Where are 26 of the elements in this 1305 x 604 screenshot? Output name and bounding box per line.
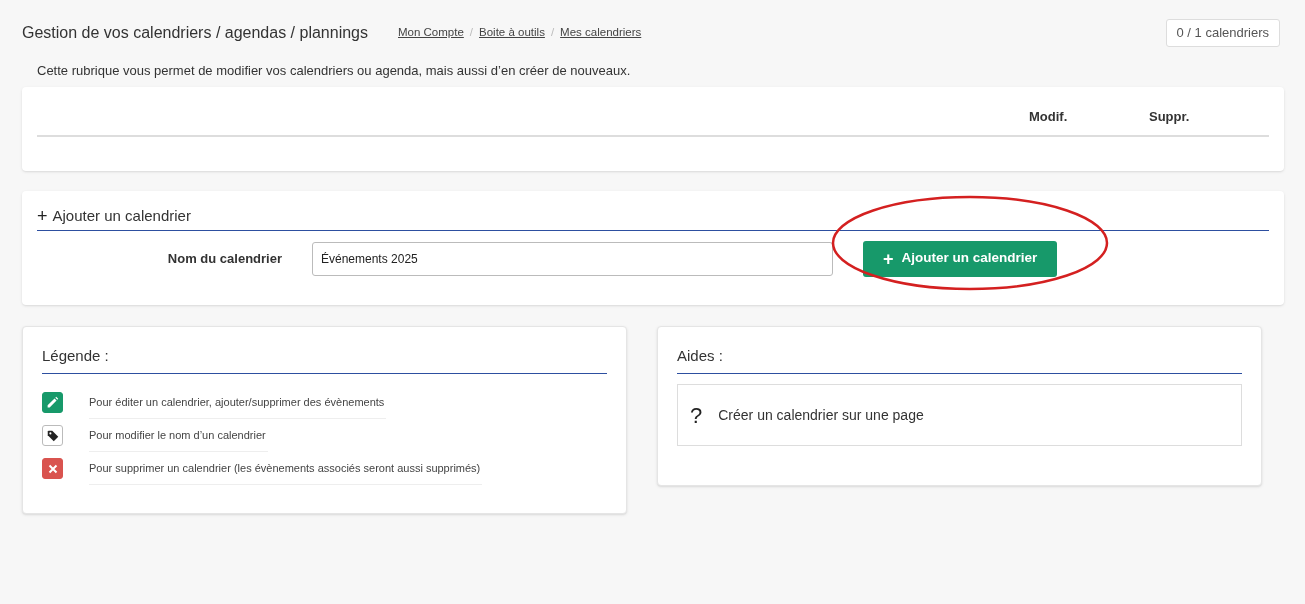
help-text: Créer un calendrier sur une page [718, 405, 924, 425]
panel-title: Légende : [42, 344, 607, 374]
pencil-icon [42, 392, 63, 413]
close-icon [42, 458, 63, 479]
add-calendar-button[interactable]: + Ajouter un calendrier [863, 240, 1058, 277]
panel-title: Aides : [677, 344, 1242, 374]
legend-text: Pour supprimer un calendrier (les évènements associés seront aussi supprimés) [89, 451, 483, 486]
description-text: Cette rubrique vous permet de modifier vos calendriers ou agenda, mais aussi d’en créer de nouveaux. [37, 62, 632, 80]
breadcrumb-separator: / [469, 25, 474, 41]
help-link[interactable]: ? Créer un calendrier sur une page [677, 384, 1242, 446]
calendar-name-field[interactable]: Événements 2025 [312, 241, 833, 276]
breadcrumb-link[interactable]: Mes calendriers [560, 24, 642, 42]
column-header: Modif. [1029, 107, 1069, 126]
column-header: Suppr. [1149, 107, 1191, 126]
breadcrumb-separator: / [550, 25, 555, 41]
calendar-counter: 0 / 1 calendriers [1165, 19, 1280, 47]
breadcrumb-link[interactable]: Mon Compte [398, 24, 464, 42]
field-label: Nom du calendrier [166, 249, 283, 268]
page-title: Gestion de vos calendriers / agendas / plannings [22, 23, 368, 43]
legend-text: Pour éditer un calendrier, ajouter/supprimer des évènements [89, 385, 387, 420]
question-icon: ? [690, 398, 703, 432]
breadcrumb-link[interactable]: Boite à outils [479, 24, 545, 42]
tag-icon [42, 425, 63, 446]
legend-text: Pour modifier le nom d’un calendrier [89, 418, 268, 453]
section-heading: Ajouter un calendrier [52, 206, 191, 226]
plus-icon: + [37, 207, 48, 226]
